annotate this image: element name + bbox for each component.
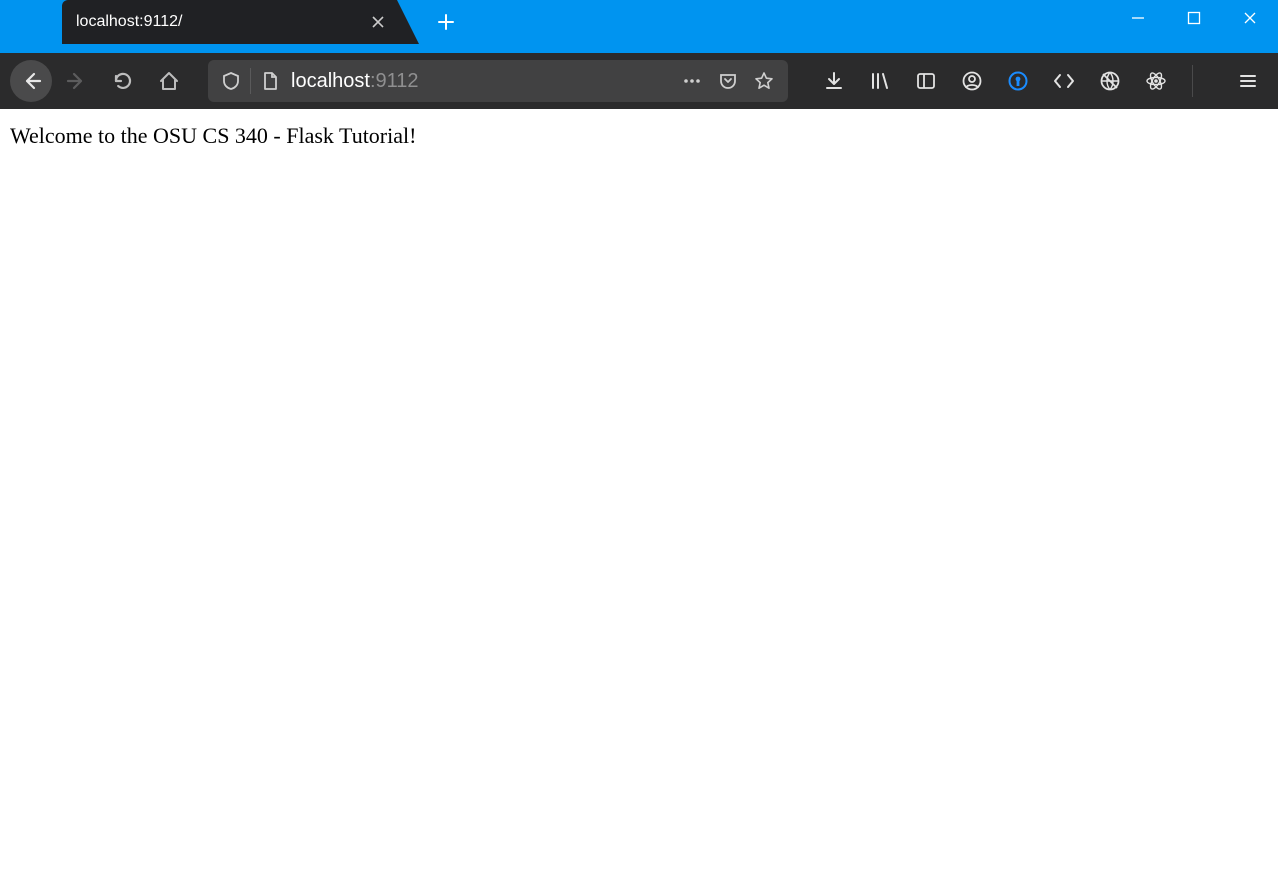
star-icon	[754, 71, 774, 91]
downloads-button[interactable]	[820, 67, 848, 95]
urlbar-right-icons	[678, 67, 782, 95]
page-content: Welcome to the OSU CS 340 - Flask Tutori…	[0, 109, 1278, 894]
toolbar-separator	[1192, 65, 1193, 97]
home-icon	[158, 70, 180, 92]
maximize-icon	[1187, 11, 1201, 25]
reload-button[interactable]	[102, 60, 144, 102]
page-actions-button[interactable]	[678, 67, 706, 95]
hamburger-icon	[1238, 71, 1258, 91]
reload-icon	[112, 70, 134, 92]
nav-back-button[interactable]	[10, 60, 52, 102]
plus-icon	[437, 13, 455, 31]
download-icon	[823, 70, 845, 92]
react-icon	[1145, 70, 1167, 92]
home-button[interactable]	[148, 60, 190, 102]
sidebar-button[interactable]	[912, 67, 940, 95]
tab-close-button[interactable]	[371, 15, 385, 29]
library-icon	[869, 70, 891, 92]
extension-noscript-button[interactable]	[1096, 67, 1124, 95]
shield-icon	[221, 71, 241, 91]
close-icon	[1243, 11, 1257, 25]
browser-tab-active[interactable]: localhost:9112/	[62, 0, 397, 44]
nav-forward-button[interactable]	[56, 60, 98, 102]
close-icon	[371, 15, 385, 29]
page-body-text: Welcome to the OSU CS 340 - Flask Tutori…	[10, 123, 416, 148]
keyhole-icon	[1007, 70, 1029, 92]
tab-strip: localhost:9112/	[62, 0, 469, 53]
urlbar-separator	[250, 68, 251, 94]
pocket-icon	[718, 71, 738, 91]
window-close-button[interactable]	[1222, 0, 1278, 36]
window-maximize-button[interactable]	[1166, 0, 1222, 36]
arrow-right-icon	[66, 70, 88, 92]
site-identity-button[interactable]	[253, 71, 287, 91]
tab-title: localhost:9112/	[76, 13, 363, 31]
url-text[interactable]: localhost:9112	[287, 70, 678, 93]
arrow-left-icon	[20, 70, 42, 92]
globe-slash-icon	[1099, 70, 1121, 92]
sidebar-icon	[915, 70, 937, 92]
window-controls	[1110, 0, 1278, 36]
minimize-icon	[1131, 11, 1145, 25]
url-bar[interactable]: localhost:9112	[208, 60, 788, 102]
browser-toolbar: localhost:9112	[0, 53, 1278, 109]
extension-react-devtools-button[interactable]	[1142, 67, 1170, 95]
account-icon	[961, 70, 983, 92]
extension-1password-button[interactable]	[1004, 67, 1032, 95]
new-tab-button[interactable]	[423, 0, 469, 44]
code-icon	[1052, 70, 1076, 92]
library-button[interactable]	[866, 67, 894, 95]
toolbar-icon-group	[820, 65, 1197, 97]
tracking-protection-button[interactable]	[214, 71, 248, 91]
app-menu-button[interactable]	[1228, 61, 1268, 101]
bookmark-button[interactable]	[750, 67, 778, 95]
window-titlebar: localhost:9112/	[0, 0, 1278, 53]
devtools-button[interactable]	[1050, 67, 1078, 95]
ellipsis-icon	[681, 70, 703, 92]
url-host: localhost	[291, 70, 370, 92]
window-minimize-button[interactable]	[1110, 0, 1166, 36]
url-port: :9112	[370, 70, 419, 92]
pocket-button[interactable]	[714, 67, 742, 95]
account-button[interactable]	[958, 67, 986, 95]
page-icon	[260, 71, 280, 91]
